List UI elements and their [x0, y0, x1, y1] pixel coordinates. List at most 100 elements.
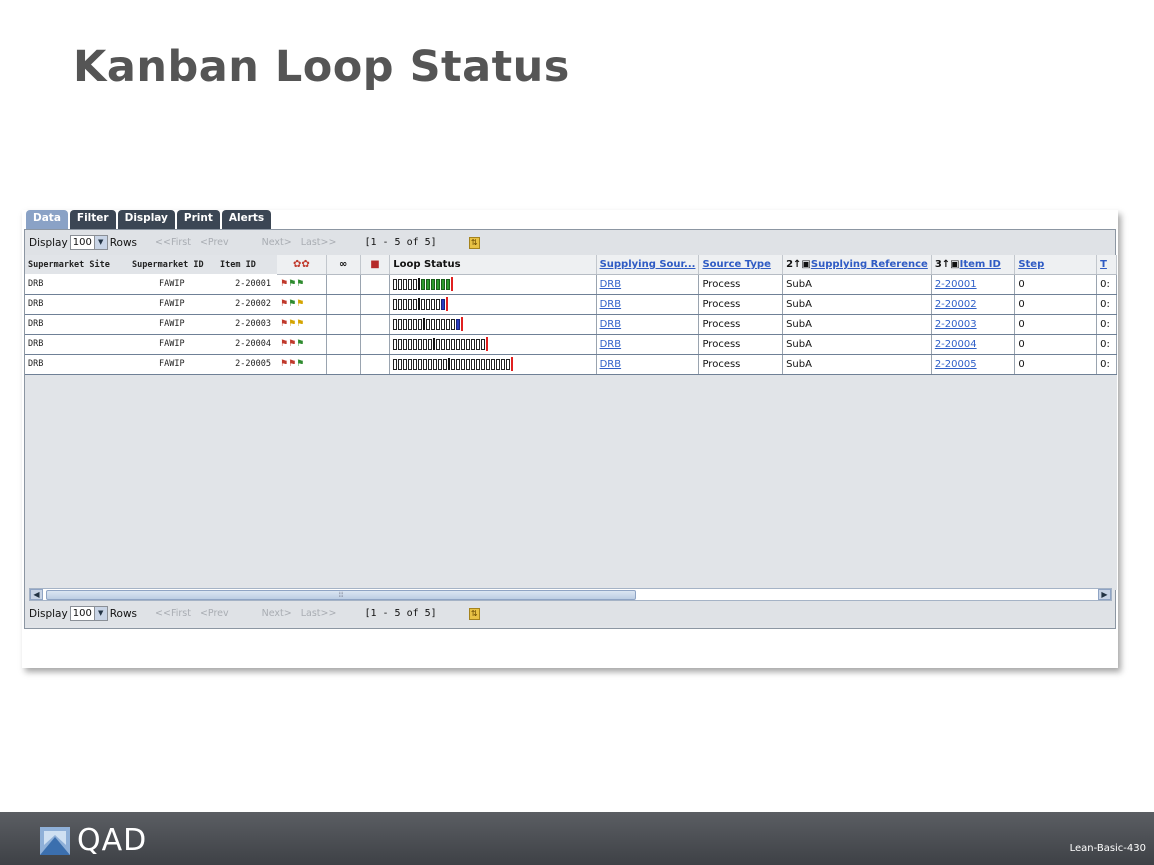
empty-bin — [393, 298, 398, 310]
cell-item-id-link[interactable]: 2-20002 — [931, 294, 1016, 315]
empty-bin — [436, 298, 441, 310]
col-header-supermarket[interactable]: ■ — [360, 255, 391, 275]
cell-supermarket — [360, 334, 391, 355]
cell-source-type: Process — [698, 354, 784, 375]
empty-bin — [443, 358, 448, 370]
empty-bin — [476, 358, 481, 370]
col-header-truncated[interactable]: T — [1096, 255, 1117, 275]
cell-supplying-source-link[interactable]: DRB — [596, 294, 700, 315]
card-status-icon[interactable]: ⚑⚑⚑ — [277, 354, 327, 375]
table-row[interactable]: DRB FAWIP 2-20004 — [25, 334, 277, 355]
prev-page-link[interactable]: <Prev — [200, 608, 229, 619]
last-page-link[interactable]: Last>> — [301, 608, 337, 619]
table-row[interactable]: DRB FAWIP 2-20001 — [25, 274, 277, 295]
cell-supermarket — [360, 294, 391, 315]
col-header-step[interactable]: Step — [1014, 255, 1098, 275]
card-status-icon[interactable]: ⚑⚑⚑ — [277, 334, 327, 355]
cell-loop-status[interactable] — [389, 354, 597, 375]
rows-label: Rows — [109, 607, 138, 620]
empty-bin — [433, 358, 438, 370]
scroll-right-icon[interactable]: ▶ — [1098, 589, 1111, 600]
table-row[interactable]: DRB FAWIP 2-20003 — [25, 314, 277, 335]
horizontal-scrollbar[interactable]: ◀ ⦙⦙⦙ ▶ — [29, 588, 1112, 601]
card-status-icon[interactable]: ⚑⚑⚑ — [277, 294, 327, 315]
empty-bin — [471, 338, 476, 350]
empty-bin — [408, 298, 413, 310]
slide-code: Lean-Basic-430 — [1069, 843, 1146, 854]
cell-truncated: 0: — [1096, 274, 1117, 295]
cell-loop-status[interactable] — [389, 334, 597, 355]
next-page-link[interactable]: Next> — [262, 237, 292, 248]
empty-bin — [398, 338, 403, 350]
tab-filter[interactable]: Filter — [69, 210, 116, 229]
loop-separator — [418, 298, 421, 310]
tab-print[interactable]: Print — [176, 210, 220, 229]
empty-bin — [421, 298, 426, 310]
cell-supermarket-site: DRB — [25, 314, 129, 335]
cell-loop-status[interactable] — [389, 314, 597, 335]
empty-bin — [403, 298, 408, 310]
rows-per-page-select[interactable]: 100 ▼ — [69, 606, 108, 621]
col-header-sequence[interactable]: ∞ — [326, 255, 361, 275]
cell-supplying-source-link[interactable]: DRB — [596, 274, 700, 295]
cell-supplying-reference: SubA — [782, 354, 932, 375]
col-header-kanban-cards[interactable]: ✿✿ — [277, 255, 327, 275]
cell-supplying-source-link[interactable]: DRB — [596, 354, 700, 375]
refresh-icon[interactable]: ⇅ — [468, 236, 480, 249]
cell-loop-status[interactable] — [389, 274, 597, 295]
empty-bin — [486, 358, 491, 370]
cell-loop-status[interactable] — [389, 294, 597, 315]
tab-display[interactable]: Display — [117, 210, 175, 229]
refresh-icon[interactable]: ⇅ — [468, 607, 480, 620]
scroll-left-icon[interactable]: ◀ — [30, 589, 43, 600]
col-header-supplying-source[interactable]: Supplying Sour... — [596, 255, 700, 275]
empty-bin — [466, 338, 471, 350]
cell-item-id-link[interactable]: 2-20005 — [931, 354, 1016, 375]
cell-supplying-source-link[interactable]: DRB — [596, 314, 700, 335]
empty-bin — [506, 358, 511, 370]
table-row[interactable]: DRB FAWIP 2-20005 — [25, 354, 277, 375]
cell-sequence — [326, 314, 361, 335]
cell-supplying-source-link[interactable]: DRB — [596, 334, 700, 355]
table-row[interactable]: ⚑⚑⚑ DRB Process SubA 2-20001 0 0: — [277, 274, 1117, 295]
col-header-loop-status[interactable]: Loop Status — [389, 255, 597, 275]
scrollbar-thumb[interactable]: ⦙⦙⦙ — [46, 590, 636, 600]
chevron-down-icon[interactable]: ▼ — [93, 236, 107, 249]
next-page-link[interactable]: Next> — [262, 608, 292, 619]
loop-limit-marker — [461, 317, 464, 331]
cell-item-id-link[interactable]: 2-20003 — [931, 314, 1016, 335]
card-status-icon[interactable]: ⚑⚑⚑ — [277, 314, 327, 335]
tab-data[interactable]: Data — [26, 210, 68, 229]
last-page-link[interactable]: Last>> — [301, 237, 337, 248]
record-count: [1 - 5 of 5] — [364, 237, 437, 248]
col-header-supermarket-site[interactable]: Supermarket Site — [25, 255, 129, 274]
cell-supermarket — [360, 314, 391, 335]
table-row[interactable]: ⚑⚑⚑ DRB Process SubA 2-20002 0 0: — [277, 294, 1117, 315]
filled-bin — [456, 318, 461, 330]
table-row[interactable]: ⚑⚑⚑ DRB Process SubA 2-20003 0 0: — [277, 314, 1117, 335]
cell-source-type: Process — [698, 314, 784, 335]
empty-bin — [408, 318, 413, 330]
table-row[interactable]: ⚑⚑⚑ DRB Process SubA 2-20004 0 0: — [277, 334, 1117, 355]
empty-bin — [431, 298, 436, 310]
cell-supermarket-id: FAWIP — [129, 314, 217, 335]
cell-item-id-link[interactable]: 2-20004 — [931, 334, 1016, 355]
card-status-icon[interactable]: ⚑⚑⚑ — [277, 274, 327, 295]
col-header-supermarket-id[interactable]: Supermarket ID — [129, 255, 217, 274]
loop-limit-marker — [511, 357, 514, 371]
prev-page-link[interactable]: <Prev — [200, 237, 229, 248]
table-row[interactable]: ⚑⚑⚑ DRB Process SubA 2-20005 0 0: — [277, 354, 1117, 375]
tab-alerts[interactable]: Alerts — [221, 210, 272, 229]
col-header-item-id[interactable]: Item ID — [217, 255, 277, 274]
cell-item-id-link[interactable]: 2-20001 — [931, 274, 1016, 295]
rows-per-page-select[interactable]: 100 ▼ — [69, 235, 108, 250]
col-header-supplying-reference[interactable]: 2↑▣Supplying Reference — [782, 255, 932, 275]
first-page-link[interactable]: <<First — [155, 608, 191, 619]
filled-bin — [446, 278, 451, 290]
col-header-item-id-2[interactable]: 3↑▣Item ID — [931, 255, 1016, 275]
table-row[interactable]: DRB FAWIP 2-20002 — [25, 294, 277, 315]
chevron-down-icon[interactable]: ▼ — [93, 607, 107, 620]
first-page-link[interactable]: <<First — [155, 237, 191, 248]
cell-step: 0 — [1014, 274, 1098, 295]
col-header-source-type[interactable]: Source Type — [698, 255, 784, 275]
